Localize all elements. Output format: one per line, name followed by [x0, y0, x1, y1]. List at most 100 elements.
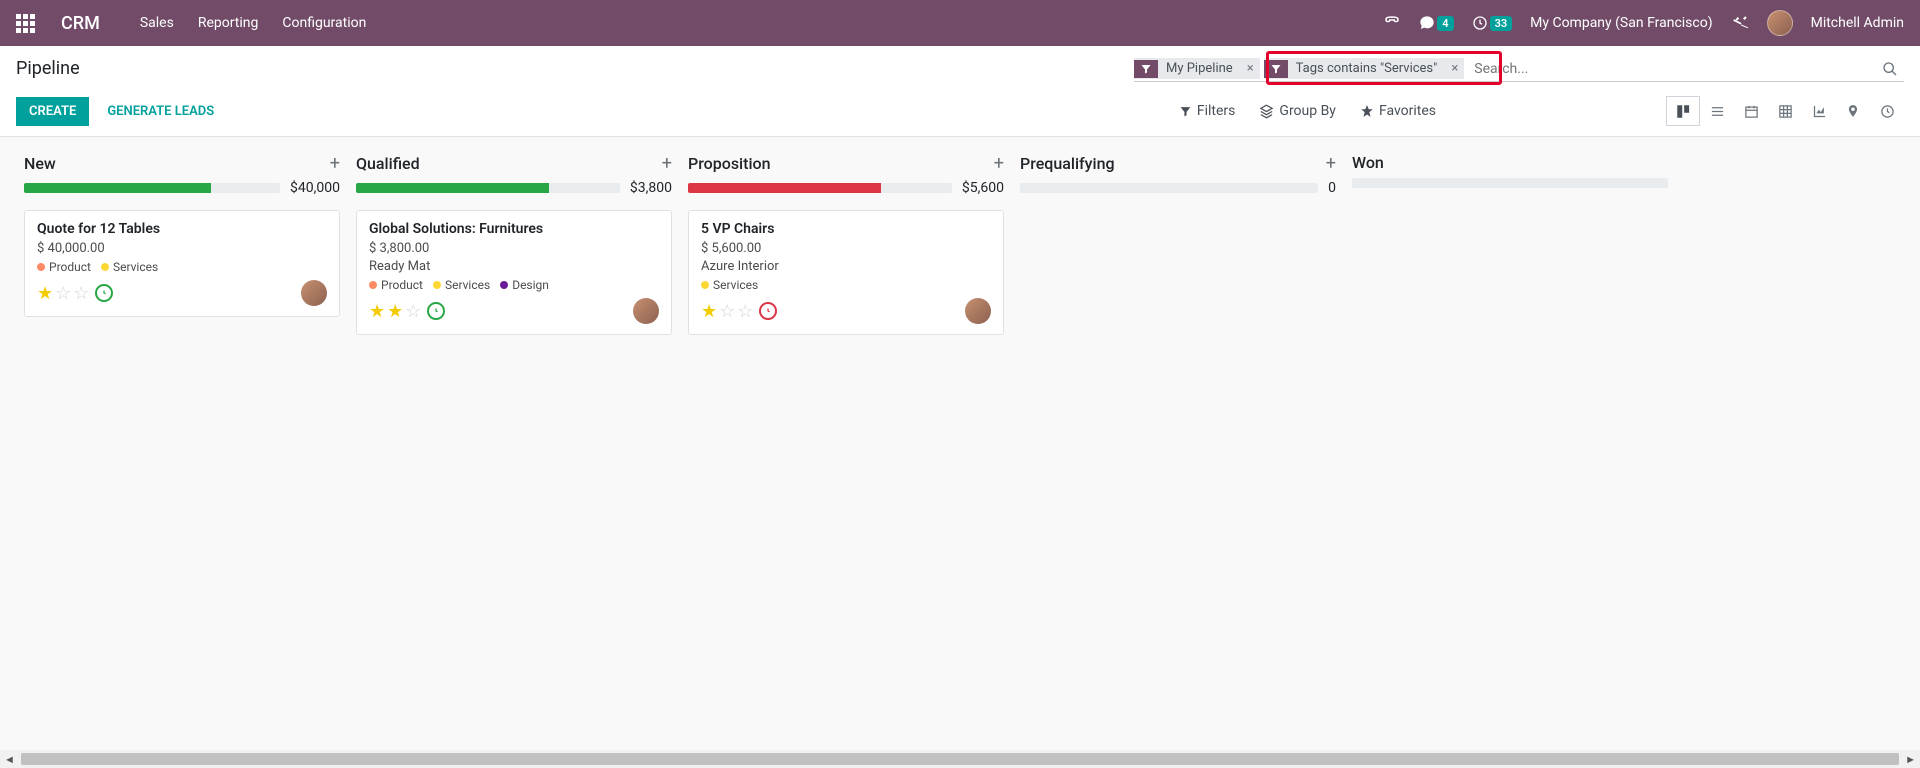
star-icon[interactable]: ☆ [73, 283, 89, 304]
activity-view-btn[interactable] [1870, 96, 1904, 126]
activity-icon[interactable] [427, 302, 445, 320]
filter-icon [1134, 60, 1158, 78]
user-avatar[interactable] [1767, 10, 1793, 36]
filters-menu[interactable]: Filters [1179, 103, 1236, 119]
kanban-card[interactable]: 5 VP Chairs $ 5,600.00 Azure Interior Servi… [688, 210, 1004, 335]
list-view-btn[interactable] [1700, 96, 1734, 126]
priority-stars[interactable]: ★★☆ [369, 301, 445, 322]
column-title[interactable]: Proposition [688, 154, 771, 173]
column-add-icon[interactable]: + [662, 153, 672, 174]
column-progress-bar[interactable] [1352, 178, 1668, 188]
nav-configuration[interactable]: Configuration [282, 15, 366, 31]
column-progress-bar[interactable] [1020, 183, 1318, 193]
favorites-menu[interactable]: Favorites [1360, 103, 1436, 119]
kanban-column: Won [1344, 151, 1676, 345]
priority-stars[interactable]: ★☆☆ [701, 301, 777, 322]
control-panel: Pipeline My Pipeline × Tags contains "Se… [0, 46, 1920, 137]
company-switcher[interactable]: My Company (San Francisco) [1530, 15, 1712, 31]
card-amount: $ 40,000.00 [37, 241, 327, 256]
card-tags: Product Services Design [369, 278, 659, 292]
search-input[interactable] [1464, 61, 1584, 77]
facet-my-pipeline[interactable]: My Pipeline × [1134, 58, 1260, 79]
apps-icon[interactable] [16, 14, 35, 33]
star-icon[interactable]: ☆ [405, 301, 421, 322]
messages-icon[interactable]: 4 [1419, 15, 1453, 31]
nav-reporting[interactable]: Reporting [198, 15, 259, 31]
star-icon[interactable]: ☆ [719, 301, 735, 322]
star-icon[interactable]: ☆ [737, 301, 753, 322]
column-title[interactable]: New [24, 154, 56, 173]
kanban-column: Qualified + $3,800 Global Solutions: Furnit… [348, 151, 680, 345]
tag[interactable]: Design [500, 278, 549, 292]
card-amount: $ 3,800.00 [369, 241, 659, 256]
column-progress-bar[interactable] [24, 183, 280, 193]
kanban-column: Proposition+$5,6005 VP Chairs$ 5,600.00A… [680, 151, 1012, 345]
calendar-view-btn[interactable] [1734, 96, 1768, 126]
facet-remove[interactable]: × [1445, 61, 1464, 76]
facet-remove[interactable]: × [1241, 61, 1260, 76]
kanban-column: New+$40,000Quote for 12 Tables$ 40,000.0… [16, 151, 348, 345]
scroll-thumb[interactable] [21, 753, 1899, 765]
facet-tags-services[interactable]: Tags contains "Services" × [1264, 58, 1465, 79]
column-total: $3,800 [630, 180, 672, 196]
map-view-btn[interactable] [1836, 96, 1870, 126]
column-add-icon[interactable]: + [330, 153, 340, 174]
priority-stars[interactable]: ★☆☆ [37, 283, 113, 304]
card-subtitle: Ready Mat [369, 259, 659, 274]
app-brand[interactable]: CRM [61, 13, 100, 34]
column-add-icon[interactable]: + [994, 153, 1004, 174]
assignee-avatar[interactable] [965, 298, 991, 324]
tag[interactable]: Services [701, 278, 758, 292]
column-title[interactable]: Prequalifying [1020, 154, 1115, 173]
scroll-left-icon[interactable]: ◄ [4, 753, 15, 766]
star-icon[interactable]: ★ [37, 283, 53, 304]
card-title: 5 VP Chairs [701, 221, 991, 237]
column-total: 0 [1328, 180, 1336, 196]
scroll-right-icon[interactable]: ► [1905, 753, 1916, 766]
column-title[interactable]: Qualified [356, 154, 420, 173]
card-title: Global Solutions: Furnitures [369, 221, 659, 237]
tag[interactable]: Services [101, 260, 158, 274]
tag[interactable]: Services [433, 278, 490, 292]
card-subtitle: Azure Interior [701, 259, 991, 274]
tag[interactable]: Product [37, 260, 91, 274]
groupby-menu[interactable]: Group By [1259, 103, 1336, 119]
search-bar[interactable]: My Pipeline × Tags contains "Services" × [1134, 58, 1904, 82]
pivot-view-btn[interactable] [1768, 96, 1802, 126]
nav-sales[interactable]: Sales [140, 15, 174, 31]
activities-icon[interactable]: 33 [1472, 15, 1513, 31]
facet-label: My Pipeline [1158, 58, 1241, 79]
column-progress-bar[interactable] [688, 183, 952, 193]
nav-menu: Sales Reporting Configuration [140, 15, 367, 31]
activity-icon[interactable] [759, 302, 777, 320]
assignee-avatar[interactable] [633, 298, 659, 324]
kanban-card[interactable]: Quote for 12 Tables $ 40,000.00 Product Ser… [24, 210, 340, 317]
horizontal-scrollbar[interactable]: ◄ ► [0, 750, 1920, 768]
column-progress-bar[interactable] [356, 183, 620, 193]
user-name[interactable]: Mitchell Admin [1811, 15, 1904, 31]
graph-view-btn[interactable] [1802, 96, 1836, 126]
generate-leads-button[interactable]: GENERATE LEADS [95, 97, 226, 126]
kanban-view-btn[interactable] [1666, 96, 1700, 126]
card-tags: Product Services [37, 260, 327, 274]
debug-icon[interactable] [1731, 14, 1749, 32]
card-title: Quote for 12 Tables [37, 221, 327, 237]
tag[interactable]: Product [369, 278, 423, 292]
activity-icon[interactable] [95, 284, 113, 302]
facet-label: Tags contains "Services" [1288, 58, 1446, 79]
main-navbar: CRM Sales Reporting Configuration 4 33 M… [0, 0, 1920, 46]
star-icon[interactable]: ★ [369, 301, 385, 322]
voip-icon[interactable] [1383, 14, 1401, 32]
kanban-card[interactable]: Global Solutions: Furnitures $ 3,800.00 Re… [356, 210, 672, 335]
column-add-icon[interactable]: + [1326, 153, 1336, 174]
kanban-board: New+$40,000Quote for 12 Tables$ 40,000.0… [0, 137, 1920, 359]
star-icon[interactable]: ★ [387, 301, 403, 322]
star-icon[interactable]: ★ [701, 301, 717, 322]
search-icon[interactable] [1876, 61, 1904, 77]
card-amount: $ 5,600.00 [701, 241, 991, 256]
card-tags: Services [701, 278, 991, 292]
column-title[interactable]: Won [1352, 153, 1384, 172]
star-icon[interactable]: ☆ [55, 283, 71, 304]
assignee-avatar[interactable] [301, 280, 327, 306]
create-button[interactable]: CREATE [16, 97, 89, 126]
